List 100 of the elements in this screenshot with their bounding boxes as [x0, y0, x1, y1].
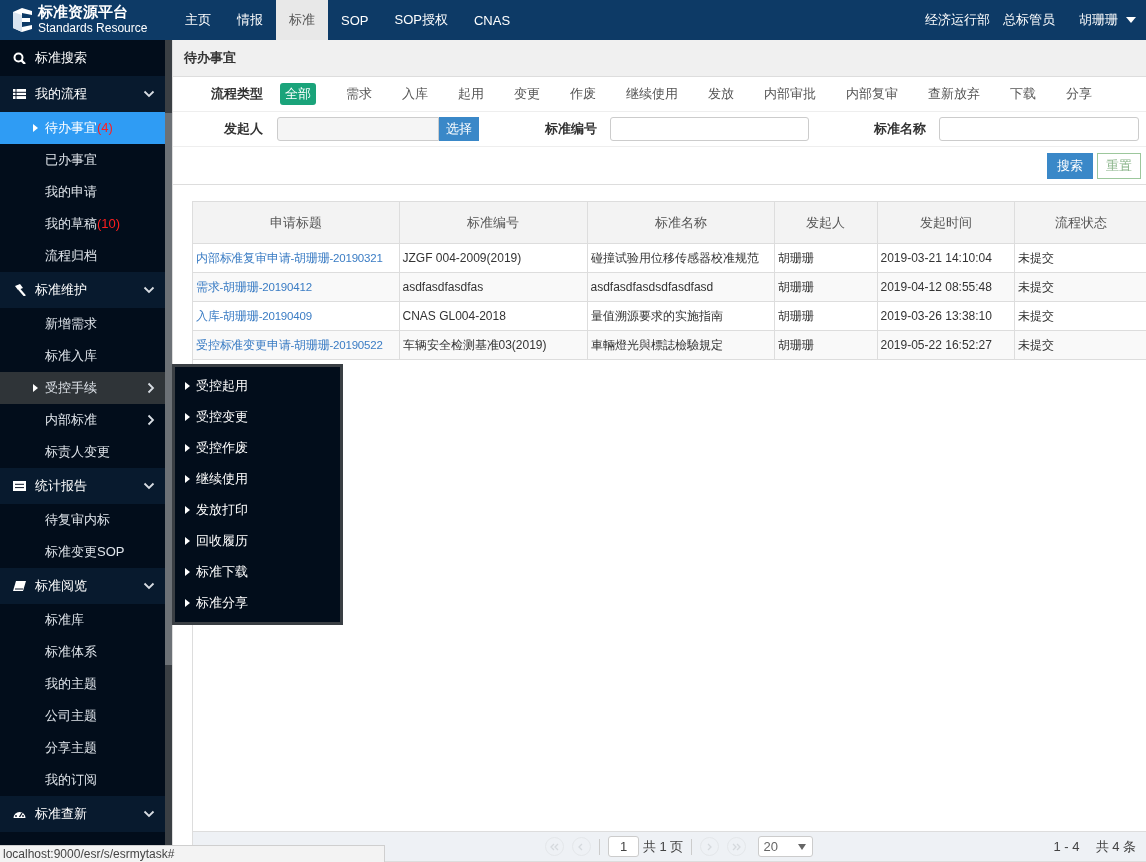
type-filter-tab[interactable]: 分享 — [1066, 83, 1092, 105]
table-cell: asdfasdfasdfas — [399, 272, 587, 302]
sidebar-item[interactable]: 我的草稿(10) — [0, 208, 165, 240]
column-header[interactable]: 标准编号 — [399, 202, 587, 244]
sidebar-item[interactable]: 标准变更SOP — [0, 536, 165, 568]
table-cell: 胡珊珊 — [774, 330, 877, 360]
flyout-menu-item[interactable]: 继续使用 — [175, 463, 340, 494]
page-size-select[interactable]: 20 — [758, 836, 814, 857]
type-filter-tab[interactable]: 查新放弃 — [928, 83, 980, 105]
app-title: 标准资源平台 — [38, 4, 129, 20]
sidebar-item[interactable]: 我的申请 — [0, 176, 165, 208]
type-filter-tab[interactable]: 起用 — [458, 83, 484, 105]
field-label: 发起人 — [223, 120, 263, 138]
column-header[interactable]: 申请标题 — [193, 202, 399, 244]
flyout-menu-item[interactable]: 发放打印 — [175, 494, 340, 525]
flyout-menu-item[interactable]: 受控变更 — [175, 401, 340, 432]
caret-icon — [185, 412, 190, 421]
table-cell: 2019-03-21 14:10:04 — [877, 243, 1014, 273]
field-label: 标准名称 — [873, 120, 926, 138]
caret-icon — [185, 443, 190, 452]
table-cell: JZGF 004-2009(2019) — [399, 243, 587, 273]
record-total: 共 4 条 — [1095, 837, 1136, 856]
flyout-menu-item[interactable]: 受控起用 — [175, 370, 340, 401]
table-cell: asdfasdfasdsdfasdfasd — [587, 272, 774, 302]
table-cell: 未提交 — [1014, 272, 1146, 302]
sidebar-group[interactable]: 统计报告 — [0, 468, 165, 504]
search-icon — [13, 52, 26, 64]
page-number-field[interactable]: 1 — [608, 836, 639, 857]
record-range: 1 - 4 — [1053, 839, 1080, 854]
column-header[interactable]: 发起时间 — [877, 202, 1014, 244]
nav-tab[interactable]: SOP授权 — [381, 0, 461, 40]
type-filter-tab[interactable]: 变更 — [514, 83, 540, 105]
column-header[interactable]: 标准名称 — [587, 202, 774, 244]
nav-tab[interactable]: 主页 — [172, 0, 224, 40]
nav-tab[interactable]: 标准 — [276, 0, 328, 40]
type-filter-tab[interactable]: 发放 — [708, 83, 734, 105]
type-filter-tab[interactable]: 作废 — [570, 83, 596, 105]
type-filter-tab[interactable]: 下载 — [1010, 83, 1036, 105]
table-cell: 2019-05-22 16:52:27 — [877, 330, 1014, 360]
flyout-menu-item[interactable]: 受控作废 — [175, 432, 340, 463]
sidebar-item[interactable]: 分享主题 — [0, 732, 165, 764]
sidebar-group[interactable]: 标准阅览 — [0, 568, 165, 604]
sidebar-item[interactable]: 待复审内标 — [0, 504, 165, 536]
caret-icon — [185, 536, 190, 545]
book-icon — [13, 580, 26, 592]
sidebar-group[interactable]: 标准维护 — [0, 272, 165, 308]
standard-name-field[interactable] — [939, 117, 1139, 141]
sidebar-item[interactable]: 标准体系 — [0, 636, 165, 668]
caret-icon — [185, 474, 190, 483]
column-header[interactable]: 流程状态 — [1014, 202, 1146, 244]
caret-icon — [185, 598, 190, 607]
page-count: 共 1 页 — [643, 837, 684, 856]
caret-icon — [33, 124, 38, 132]
sidebar-item[interactable]: 公司主题 — [0, 700, 165, 732]
scrollbar-thumb[interactable] — [165, 113, 172, 665]
sidebar-item[interactable]: 标责人变更 — [0, 436, 165, 468]
table-cell: 2019-04-12 08:55:48 — [877, 272, 1014, 302]
table-cell: 2019-03-26 13:38:10 — [877, 301, 1014, 331]
flyout-menu-item[interactable]: 标准下载 — [175, 556, 340, 587]
nav-tab[interactable]: 情报 — [224, 0, 276, 40]
logo-icon — [10, 7, 34, 33]
hammer-icon — [13, 284, 26, 296]
role-label: 总标管员 — [1003, 11, 1055, 29]
table-cell: 未提交 — [1014, 330, 1146, 360]
sidebar-item[interactable]: 内部标准 — [0, 404, 165, 436]
select-button[interactable]: 选择 — [439, 117, 479, 141]
sidebar-item[interactable]: 新增需求 — [0, 308, 165, 340]
sidebar-group[interactable]: 标准查新 — [0, 796, 165, 832]
field-label: 标准编号 — [544, 120, 597, 138]
first-page-icon — [550, 842, 559, 851]
filter-label: 流程类型 — [210, 85, 263, 103]
flyout-menu-item[interactable]: 回收履历 — [175, 525, 340, 556]
caret-icon — [185, 505, 190, 514]
type-filter-tab[interactable]: 内部复审 — [846, 83, 898, 105]
sidebar-group[interactable]: 我的流程 — [0, 76, 165, 112]
type-filter-tab[interactable]: 内部审批 — [764, 83, 816, 105]
column-header[interactable]: 发起人 — [774, 202, 877, 244]
sidebar-item[interactable]: 流程归档 — [0, 240, 165, 272]
nav-tab[interactable]: CNAS — [460, 0, 524, 40]
app-subtitle: Standards Resource — [38, 20, 148, 36]
type-filter-tab[interactable]: 继续使用 — [626, 83, 678, 105]
sidebar-item[interactable]: 我的主题 — [0, 668, 165, 700]
type-filter-tab[interactable]: 入库 — [402, 83, 428, 105]
nav-tab[interactable]: SOP — [328, 0, 382, 40]
sidebar-item[interactable]: 标准库 — [0, 604, 165, 636]
initiator-field[interactable] — [277, 117, 439, 141]
user-menu[interactable]: 胡珊珊 — [1079, 11, 1136, 29]
caret-icon — [33, 384, 38, 392]
sidebar-item[interactable]: 标准入库 — [0, 340, 165, 372]
list-icon — [13, 480, 26, 492]
sidebar-item[interactable]: 已办事宜 — [0, 144, 165, 176]
sidebar-item[interactable]: 我的订阅 — [0, 764, 165, 796]
url-status-tooltip: localhost:9000/esr/s/esrmytask# — [0, 845, 386, 862]
flyout-menu-item[interactable]: 标准分享 — [175, 587, 340, 618]
standard-number-field[interactable] — [610, 117, 809, 141]
type-filter-tab[interactable]: 需求 — [346, 83, 372, 105]
table-cell: 胡珊珊 — [774, 301, 877, 331]
sidebar-item[interactable]: 受控手续 — [0, 372, 165, 404]
search-button[interactable]: 搜索 — [1047, 153, 1093, 179]
caret-icon — [185, 567, 190, 576]
